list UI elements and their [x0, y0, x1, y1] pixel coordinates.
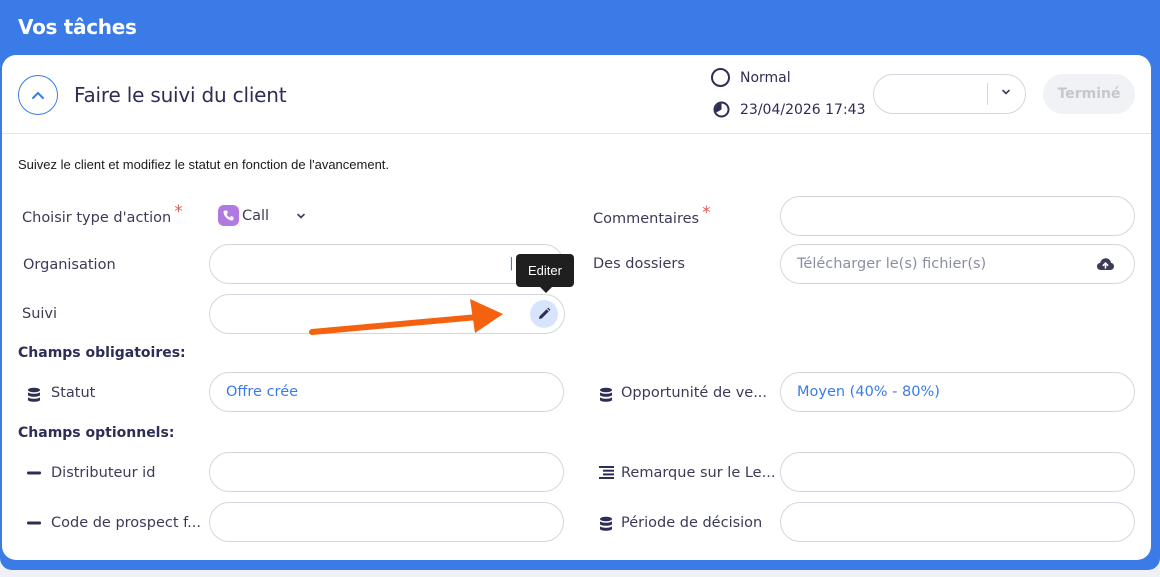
remark-input[interactable]	[780, 452, 1135, 492]
chevron-up-icon	[32, 91, 44, 99]
required-fields-heading: Champs obligatoires:	[18, 345, 186, 361]
database-icon	[27, 387, 41, 403]
distributor-input[interactable]	[209, 452, 564, 492]
priority-indicator: Normal	[711, 68, 791, 87]
statut-value: Offre crée	[226, 384, 299, 400]
suivi-input[interactable]	[209, 294, 565, 334]
due-date: 23/04/2026 17:43	[713, 101, 866, 118]
prospect-code-input[interactable]	[209, 502, 564, 542]
opportunity-value: Moyen (40% - 80%)	[797, 384, 940, 400]
statut-select[interactable]: Offre crée	[209, 372, 564, 412]
prospect-code-label: Code de prospect f...	[51, 515, 202, 531]
dash-icon	[27, 521, 41, 525]
cloud-upload-icon[interactable]	[1096, 257, 1115, 271]
collapse-button[interactable]	[18, 75, 58, 115]
task-title: Faire le suivi du client	[74, 83, 287, 107]
decision-period-input[interactable]	[780, 502, 1135, 542]
edit-tooltip: Editer	[516, 254, 574, 293]
tasks-panel: Vos tâches Faire le suivi du client Norm…	[0, 0, 1160, 570]
action-type-select[interactable]: Call	[218, 205, 306, 226]
optional-fields-heading: Champs optionnels:	[18, 425, 175, 441]
action-type-label: Choisir type d'action *	[22, 202, 183, 227]
select-divider	[987, 83, 988, 105]
required-mark: *	[702, 203, 711, 223]
panel-title: Vos tâches	[18, 15, 137, 39]
text-lines-icon	[599, 466, 614, 479]
opportunity-select[interactable]: Moyen (40% - 80%)	[780, 372, 1135, 412]
action-type-label-text: Choisir type d'action	[22, 210, 172, 226]
suivi-label: Suivi	[22, 306, 58, 322]
task-card: Faire le suivi du client Normal 23/04/20…	[2, 55, 1151, 560]
due-date-text: 23/04/2026 17:43	[740, 101, 866, 118]
comments-label-text: Commentaires	[593, 211, 700, 227]
task-description: Suivez le client et modifiez le statut e…	[18, 157, 390, 172]
status-select[interactable]	[873, 74, 1026, 114]
dash-icon	[27, 471, 41, 475]
distributor-label: Distributeur id	[51, 465, 156, 481]
done-button[interactable]: Terminé	[1043, 74, 1135, 114]
remark-label: Remarque sur le Le...	[621, 465, 776, 481]
opportunity-label: Opportunité de ve...	[621, 385, 768, 401]
action-type-value: Call	[242, 207, 270, 224]
file-upload-field[interactable]: Télécharger le(s) fichier(s)	[780, 244, 1135, 284]
comments-input[interactable]	[780, 196, 1135, 236]
task-header: Faire le suivi du client Normal 23/04/20…	[2, 55, 1151, 134]
organisation-label: Organisation	[23, 257, 116, 273]
statut-label: Statut	[51, 385, 96, 401]
chevron-down-icon[interactable]	[296, 212, 306, 220]
decision-period-label: Période de décision	[621, 515, 763, 531]
clock-half-icon	[713, 101, 730, 118]
required-mark: *	[174, 202, 183, 222]
chevron-down-icon[interactable]	[1001, 88, 1011, 96]
edit-button[interactable]	[530, 300, 558, 328]
comments-label: Commentaires *	[593, 203, 711, 228]
pencil-icon	[539, 307, 551, 319]
database-icon	[599, 387, 613, 403]
organisation-input[interactable]: | 12/0	[209, 244, 564, 284]
priority-label: Normal	[740, 69, 791, 86]
database-icon	[599, 516, 613, 532]
folders-label: Des dossiers	[593, 256, 685, 272]
priority-circle-icon	[711, 68, 730, 87]
file-upload-placeholder: Télécharger le(s) fichier(s)	[797, 256, 987, 272]
phone-icon	[218, 205, 239, 226]
